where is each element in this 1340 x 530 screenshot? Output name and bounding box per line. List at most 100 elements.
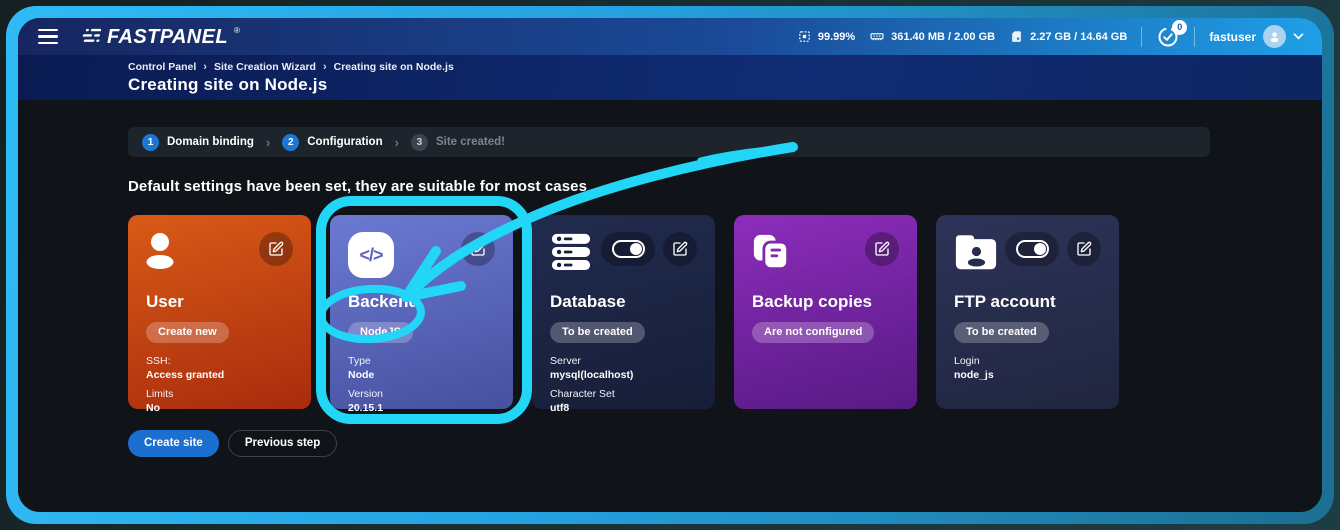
field-label: Type	[348, 355, 495, 369]
fastpanel-logo[interactable]: FASTPANEL ®	[78, 25, 240, 49]
topbar-right: 99.99% 361.40 MB / 2.00 GB	[797, 25, 1304, 49]
previous-step-button[interactable]: Previous step	[228, 430, 337, 457]
breadcrumb-site-creation-wizard[interactable]: Site Creation Wizard	[214, 61, 316, 73]
screenshot-backdrop: FASTPANEL ® 99.99%	[0, 0, 1340, 530]
field-server: Server mysql(localhost)	[550, 355, 697, 382]
hamburger-menu-icon[interactable]	[34, 25, 62, 49]
folder-user-icon	[954, 232, 998, 272]
page-header-band: Control Panel › Site Creation Wizard › C…	[18, 55, 1322, 100]
field-login: Login node_js	[954, 355, 1101, 382]
topbar-left: FASTPANEL ®	[34, 25, 240, 49]
field-value: node_js	[954, 369, 1101, 383]
create-site-button[interactable]: Create site	[128, 430, 219, 457]
field-label: Character Set	[550, 388, 697, 402]
step-configuration[interactable]: 2 Configuration	[282, 134, 382, 151]
card-title: Backup copies	[752, 292, 899, 312]
main-content: 1 Domain binding › 2 Configuration › 3 S…	[18, 100, 1322, 512]
disk-icon	[1009, 29, 1024, 44]
step-label: Site created!	[436, 136, 505, 148]
breadcrumb-separator-icon: ›	[323, 61, 327, 73]
field-charset: Character Set utf8	[550, 388, 697, 415]
edit-icon	[672, 241, 688, 257]
disk-value: 2.27 GB / 14.64 GB	[1030, 31, 1127, 43]
wizard-stepper: 1 Domain binding › 2 Configuration › 3 S…	[128, 127, 1210, 157]
field-version: Version 20.15.1	[348, 388, 495, 415]
ram-icon	[869, 29, 885, 44]
backend-card: </> Backend NodeJS	[330, 215, 513, 409]
field-label: Server	[550, 355, 697, 369]
notifications-button[interactable]: 0	[1156, 25, 1180, 49]
card-title: FTP account	[954, 292, 1101, 312]
breadcrumb: Control Panel › Site Creation Wizard › C…	[128, 61, 1322, 73]
step-separator-icon: ›	[266, 135, 270, 150]
field-value: No	[146, 402, 293, 416]
fastpanel-logo-icon	[78, 25, 101, 47]
field-label: Limits	[146, 388, 293, 402]
field-limits: Limits No	[146, 388, 293, 415]
cpu-value: 99.99%	[818, 31, 855, 43]
field-value: Node	[348, 369, 495, 383]
ftp-card: FTP account To be created Login node_js	[936, 215, 1119, 409]
field-type: Type Node	[348, 355, 495, 382]
backend-edit-button[interactable]	[461, 232, 495, 266]
breadcrumb-control-panel[interactable]: Control Panel	[128, 61, 196, 73]
edit-icon	[470, 241, 486, 257]
settings-heading: Default settings have been set, they are…	[128, 178, 1210, 195]
page-title: Creating site on Node.js	[128, 75, 1322, 95]
logo-registered-mark: ®	[234, 26, 240, 36]
edit-icon	[874, 241, 890, 257]
field-label: Version	[348, 388, 495, 402]
cpu-usage-stat: 99.99%	[797, 29, 855, 44]
edit-icon	[268, 241, 284, 257]
chevron-down-icon	[1293, 33, 1304, 40]
step-number: 2	[282, 134, 299, 151]
app-frame: FASTPANEL ® 99.99%	[6, 6, 1334, 524]
database-card: Database To be created Server mysql(loca…	[532, 215, 715, 409]
field-ssh: SSH: Access granted	[146, 355, 293, 382]
database-toggle[interactable]	[601, 232, 655, 266]
user-avatar-icon	[1263, 25, 1286, 48]
database-edit-button[interactable]	[663, 232, 697, 266]
code-icon: </>	[348, 232, 394, 278]
breadcrumb-separator-icon: ›	[203, 61, 207, 73]
topbar-separator	[1194, 27, 1195, 47]
field-value: Access granted	[146, 369, 293, 383]
logo-text: FASTPANEL	[107, 25, 228, 49]
breadcrumb-current-page: Creating site on Node.js	[334, 61, 454, 73]
field-value: utf8	[550, 402, 697, 416]
ram-usage-stat: 361.40 MB / 2.00 GB	[869, 29, 995, 44]
ftp-toggle[interactable]	[1005, 232, 1059, 266]
disk-usage-stat: 2.27 GB / 14.64 GB	[1009, 29, 1127, 44]
user-menu[interactable]: fastuser	[1209, 25, 1304, 48]
card-title: Database	[550, 292, 697, 312]
backup-card: Backup copies Are not configured	[734, 215, 917, 409]
user-card: User Create new SSH: Access granted Limi…	[128, 215, 311, 409]
field-value: mysql(localhost)	[550, 369, 697, 383]
step-domain-binding[interactable]: 1 Domain binding	[142, 134, 254, 151]
card-title: User	[146, 292, 293, 312]
copy-icon	[752, 232, 790, 272]
topbar-separator	[1141, 27, 1142, 47]
database-status-badge: To be created	[550, 322, 645, 343]
user-edit-button[interactable]	[259, 232, 293, 266]
top-navigation-bar: FASTPANEL ® 99.99%	[18, 18, 1322, 55]
step-number: 1	[142, 134, 159, 151]
edit-icon	[1076, 241, 1092, 257]
notifications-count-badge: 0	[1172, 20, 1187, 35]
server-stack-icon	[550, 232, 592, 272]
backup-edit-button[interactable]	[865, 232, 899, 266]
cpu-icon	[797, 29, 812, 44]
field-label: SSH:	[146, 355, 293, 369]
wizard-actions: Create site Previous step	[128, 430, 1210, 457]
step-separator-icon: ›	[395, 135, 399, 150]
field-label: Login	[954, 355, 1101, 369]
field-value: 20.15.1	[348, 402, 495, 416]
ftp-status-badge: To be created	[954, 322, 1049, 343]
step-site-created: 3 Site created!	[411, 134, 505, 151]
person-icon	[146, 232, 179, 270]
fastpanel-app: FASTPANEL ® 99.99%	[18, 18, 1322, 512]
step-label: Domain binding	[167, 136, 254, 148]
ftp-edit-button[interactable]	[1067, 232, 1101, 266]
ram-value: 361.40 MB / 2.00 GB	[891, 31, 995, 43]
backup-status-badge: Are not configured	[752, 322, 874, 343]
